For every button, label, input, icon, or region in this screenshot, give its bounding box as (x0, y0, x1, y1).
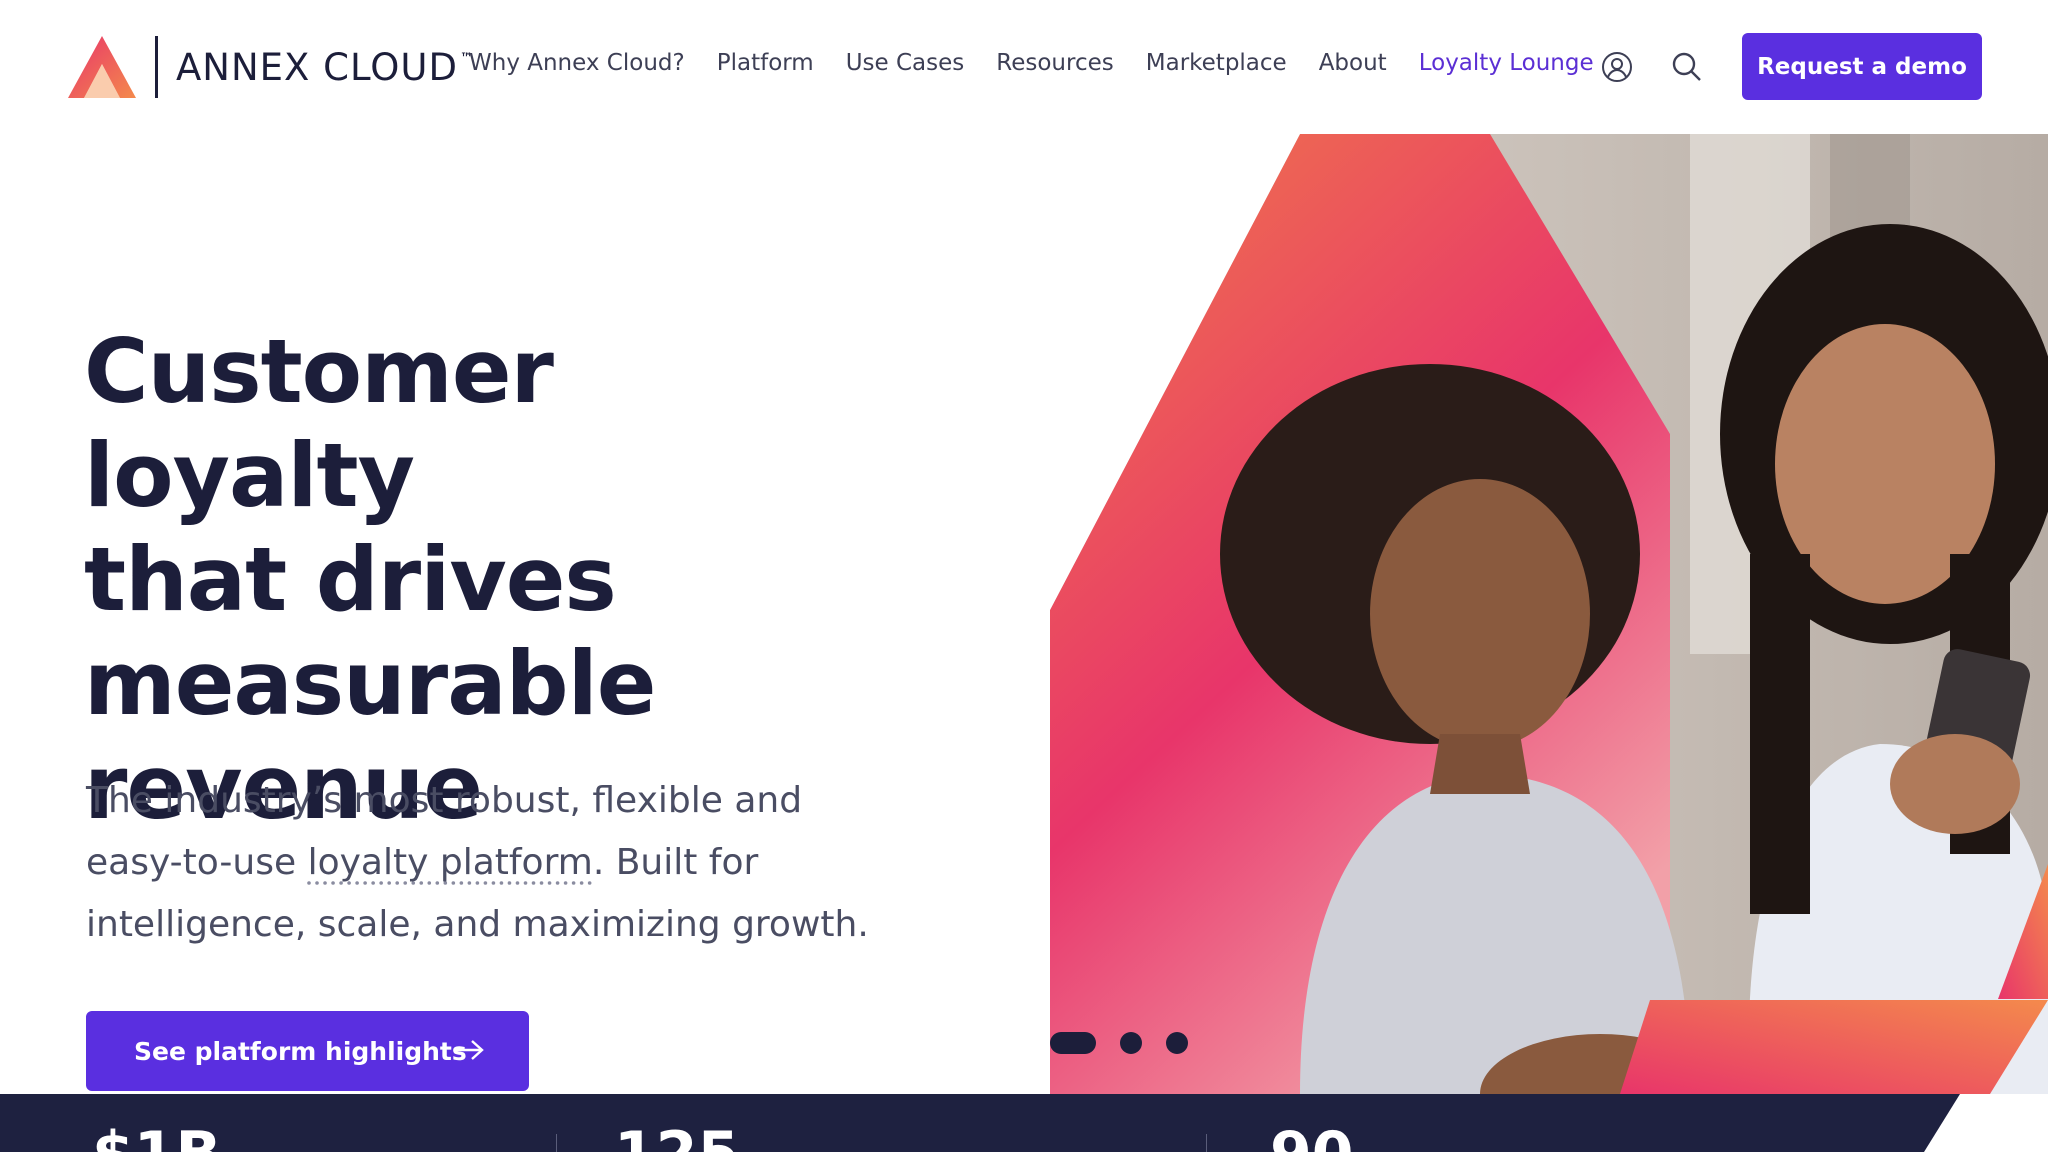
carousel-dot[interactable] (1166, 1032, 1188, 1054)
site-header: ANNEX CLOUD ™ Why Annex Cloud? Platform U… (0, 0, 2048, 134)
stat-divider (1206, 1134, 1207, 1152)
cta-label: See platform highlights (134, 1036, 467, 1066)
stat-value: 125 (614, 1124, 739, 1152)
stat-value: 90 (1270, 1124, 1354, 1152)
hero-title-line: Customer loyalty (84, 320, 554, 527)
hero-title: Customer loyalty that drives measurable … (84, 320, 884, 840)
account-button[interactable] (1600, 50, 1634, 84)
arrow-right-icon (457, 1040, 484, 1060)
search-button[interactable] (1670, 50, 1704, 84)
stat-divider (556, 1134, 557, 1152)
stats-strip: $1B 125 90 (0, 1094, 2048, 1152)
nav-resources[interactable]: Resources (996, 50, 1113, 76)
hero-illustration (1050, 134, 2048, 1094)
user-circle-icon (1602, 52, 1632, 82)
hero-subtitle: The industry’s most robust, flexible and… (86, 770, 906, 956)
main-nav: Why Annex Cloud? Platform Use Cases Reso… (469, 50, 1626, 76)
nav-about[interactable]: About (1319, 50, 1387, 76)
brand-wordmark: ANNEX CLOUD ™ (176, 46, 474, 89)
hero-title-line: that drives (84, 528, 617, 631)
loyalty-platform-link[interactable]: loyalty platform (308, 842, 593, 883)
search-icon (1672, 52, 1701, 81)
annex-cloud-logo-icon (68, 36, 136, 98)
nav-use-cases[interactable]: Use Cases (846, 50, 965, 76)
nav-platform[interactable]: Platform (717, 50, 814, 76)
nav-loyalty-lounge[interactable]: Loyalty Lounge (1419, 50, 1594, 76)
nav-marketplace[interactable]: Marketplace (1146, 50, 1287, 76)
carousel-dot[interactable] (1050, 1032, 1096, 1054)
carousel-dot[interactable] (1120, 1032, 1142, 1054)
stat-value: $1B (92, 1124, 221, 1152)
request-demo-button[interactable]: Request a demo (1742, 33, 1982, 100)
nav-why-annex-cloud[interactable]: Why Annex Cloud? (469, 50, 685, 76)
hero-image (1050, 134, 2048, 1094)
hero-title-line: measurable (84, 632, 656, 735)
logo-divider (155, 36, 158, 98)
brand-name: ANNEX CLOUD (176, 45, 458, 89)
brand-logo[interactable]: ANNEX CLOUD ™ (66, 34, 474, 100)
stats-corner-cut (1924, 1094, 2048, 1152)
see-platform-highlights-button[interactable]: See platform highlights (86, 1011, 529, 1091)
carousel-indicators (1050, 1032, 1212, 1054)
